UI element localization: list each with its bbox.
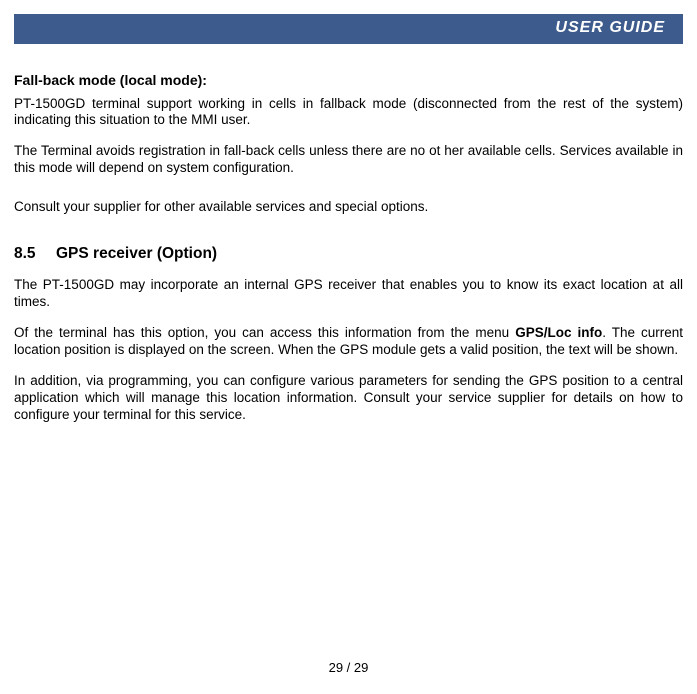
gps-para-2a: Of the terminal has this option, you can… — [14, 325, 515, 340]
gps-section-name: GPS receiver (Option) — [56, 245, 217, 262]
gps-menu-name: GPS/Loc info — [515, 325, 602, 340]
gps-para-1: The PT-1500GD may incorporate an interna… — [14, 277, 683, 311]
header-band: USER GUIDE — [14, 14, 683, 42]
fallback-heading: Fall-back mode (local mode): — [14, 72, 683, 90]
gps-para-3: In addition, via programming, you can co… — [14, 373, 683, 424]
page-content: Fall-back mode (local mode): PT-1500GD t… — [0, 42, 697, 423]
header-title: USER GUIDE — [555, 18, 665, 38]
page-number: 29 / 29 — [329, 660, 369, 675]
gps-para-2: Of the terminal has this option, you can… — [14, 325, 683, 359]
fallback-para-3: Consult your supplier for other availabl… — [14, 199, 683, 216]
fallback-para-2: The Terminal avoids registration in fall… — [14, 143, 683, 177]
fallback-para-1: PT-1500GD terminal support working in ce… — [14, 96, 683, 130]
page-footer: 29 / 29 — [0, 660, 697, 676]
gps-section-number: 8.5 — [14, 244, 56, 263]
gps-section-title: 8.5GPS receiver (Option) — [14, 244, 683, 263]
